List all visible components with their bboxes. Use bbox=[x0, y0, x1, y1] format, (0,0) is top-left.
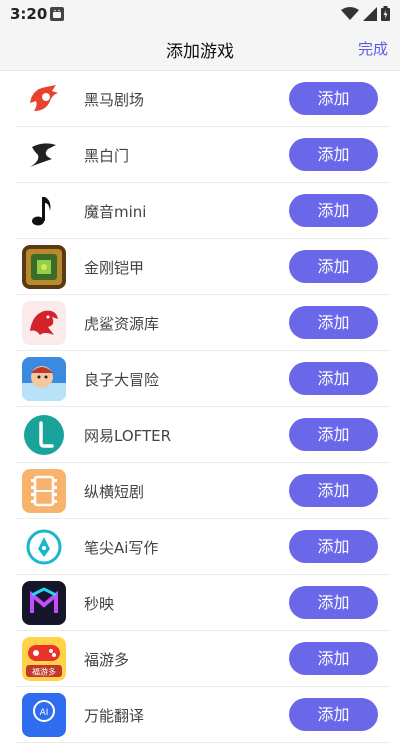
adventure-character-icon bbox=[22, 357, 66, 401]
horse-logo-icon bbox=[22, 77, 66, 121]
add-button[interactable]: 添加 bbox=[289, 418, 378, 451]
list-item: 黑马剧场 添加 bbox=[0, 71, 400, 127]
add-button[interactable]: 添加 bbox=[289, 82, 378, 115]
list-item: 金刚铠甲 添加 bbox=[0, 239, 400, 295]
header: 添加游戏 完成 bbox=[0, 28, 400, 71]
add-button[interactable]: 添加 bbox=[289, 306, 378, 339]
add-button[interactable]: 添加 bbox=[289, 698, 378, 731]
list-item: AI 万能翻译 添加 bbox=[0, 687, 400, 743]
app-name: 魔音mini bbox=[84, 203, 147, 221]
app-name: 笔尖Ai写作 bbox=[84, 539, 159, 557]
add-button[interactable]: 添加 bbox=[289, 250, 378, 283]
app-name: 秒映 bbox=[84, 595, 115, 613]
status-bar: 3:20 bbox=[0, 0, 400, 28]
list-item: 网易LOFTER 添加 bbox=[0, 407, 400, 463]
app-name: 万能翻译 bbox=[84, 707, 145, 725]
app-name: 黑白门 bbox=[84, 147, 130, 165]
app-name: 网易LOFTER bbox=[84, 427, 172, 445]
list-item: 纵横短剧 添加 bbox=[0, 463, 400, 519]
list-item: 良子大冒险 添加 bbox=[0, 351, 400, 407]
game-controller-icon: 福游多 bbox=[22, 637, 66, 681]
add-button[interactable]: 添加 bbox=[289, 530, 378, 563]
add-button[interactable]: 添加 bbox=[289, 642, 378, 675]
list-item: 笔尖Ai写作 添加 bbox=[0, 519, 400, 575]
page-title: 添加游戏 bbox=[166, 42, 234, 62]
app-name: 金刚铠甲 bbox=[84, 259, 145, 277]
app-name: 纵横短剧 bbox=[84, 483, 145, 501]
app-name: 虎鲨资源库 bbox=[84, 315, 160, 333]
battery-icon bbox=[381, 6, 390, 21]
wifi-icon bbox=[341, 6, 359, 20]
lofter-l-icon bbox=[22, 413, 66, 457]
ai-translate-icon: AI bbox=[22, 693, 66, 737]
music-note-icon bbox=[22, 189, 66, 233]
add-button[interactable]: 添加 bbox=[289, 586, 378, 619]
status-icons bbox=[341, 6, 390, 21]
m-logo-icon bbox=[22, 581, 66, 625]
icon-badge-text: AI bbox=[40, 708, 49, 718]
app-list: 黑马剧场 添加 黑白门 添加 魔音mini 添加 金刚铠甲 添加 虎鲨资源库 添… bbox=[0, 71, 400, 743]
armor-game-icon bbox=[22, 245, 66, 289]
list-item: 魔音mini 添加 bbox=[0, 183, 400, 239]
list-item: 黑白门 添加 bbox=[0, 127, 400, 183]
list-item: 福游多 福游多 添加 bbox=[0, 631, 400, 687]
app-name: 良子大冒险 bbox=[84, 371, 160, 389]
add-button[interactable]: 添加 bbox=[289, 362, 378, 395]
signal-icon bbox=[363, 6, 377, 21]
add-button[interactable]: 添加 bbox=[289, 474, 378, 507]
list-item: 秒映 添加 bbox=[0, 575, 400, 631]
icon-badge-text: 福游多 bbox=[32, 667, 56, 677]
add-button[interactable]: 添加 bbox=[289, 138, 378, 171]
status-time: 3:20 bbox=[10, 5, 48, 23]
android-notification-icon bbox=[50, 7, 64, 21]
done-button[interactable]: 完成 bbox=[358, 38, 388, 59]
film-strip-icon bbox=[22, 469, 66, 513]
red-dragon-icon bbox=[22, 301, 66, 345]
pen-tip-icon bbox=[22, 525, 66, 569]
list-item: 虎鲨资源库 添加 bbox=[0, 295, 400, 351]
black-white-gate-icon bbox=[22, 133, 66, 177]
app-name: 黑马剧场 bbox=[84, 91, 145, 109]
app-name: 福游多 bbox=[84, 651, 130, 669]
add-button[interactable]: 添加 bbox=[289, 194, 378, 227]
